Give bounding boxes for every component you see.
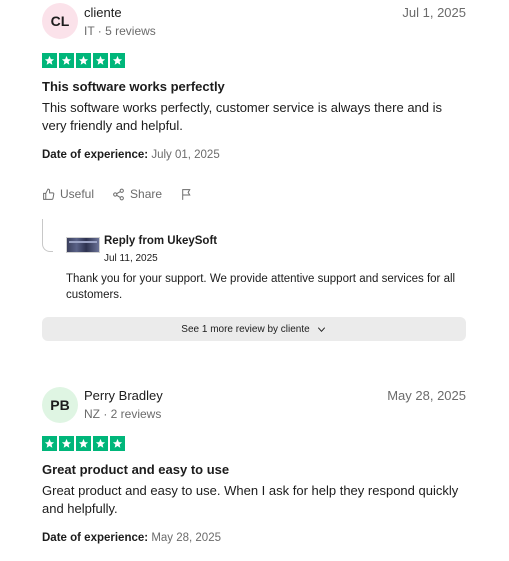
- review-date: May 28, 2025: [387, 388, 466, 403]
- star-icon: [93, 436, 108, 451]
- share-label: Share: [130, 187, 163, 201]
- reply-text: Thank you for your support. We provide a…: [66, 273, 456, 301]
- star-icon: [59, 436, 74, 451]
- share-button[interactable]: Share: [112, 187, 162, 201]
- company-logo: [66, 237, 100, 253]
- chevron-down-icon: [317, 326, 325, 332]
- star-icon: [76, 436, 91, 451]
- useful-label: Useful: [60, 187, 95, 201]
- star-icon: [93, 53, 108, 68]
- star-icon: [76, 53, 91, 68]
- flag-icon: [182, 188, 191, 200]
- star-icon: [42, 436, 57, 451]
- experience-date: May 28, 2025: [151, 532, 221, 544]
- share-icon: [113, 188, 124, 200]
- reviewer-name[interactable]: Perry Bradley: [84, 388, 163, 403]
- experience-label: Date of experience:: [42, 149, 149, 161]
- star-rating: [42, 436, 125, 451]
- useful-button[interactable]: Useful: [42, 187, 94, 201]
- reply-date: Jul 11, 2025: [104, 253, 158, 264]
- reviewer-avatar[interactable]: PB: [42, 387, 78, 423]
- star-icon: [59, 53, 74, 68]
- star-icon: [110, 436, 125, 451]
- reviewer-name[interactable]: cliente: [84, 5, 122, 20]
- review-body: This software works perfectly, customer …: [42, 100, 443, 133]
- reply-connector: [42, 219, 53, 252]
- see-more-reviews-button[interactable]: See 1 more review by cliente: [42, 317, 466, 341]
- report-button[interactable]: [180, 188, 193, 201]
- review-body: Great product and easy to use. When I as…: [42, 483, 459, 516]
- reviewer-meta: NZ · 2 reviews: [84, 407, 162, 421]
- star-icon: [110, 53, 125, 68]
- star-rating: [42, 53, 125, 68]
- review-date: Jul 1, 2025: [402, 5, 466, 20]
- review-actions: Useful Share: [42, 187, 193, 201]
- reviewer-meta: IT · 5 reviews: [84, 24, 156, 38]
- see-more-label: See 1 more review by cliente: [181, 323, 310, 335]
- reply-from: Reply from UkeySoft: [104, 235, 218, 247]
- review-title[interactable]: Great product and easy to use: [42, 462, 229, 477]
- experience-label: Date of experience:: [42, 532, 149, 544]
- date-of-experience: Date of experience: July 01, 2025: [42, 149, 220, 161]
- review-title[interactable]: This software works perfectly: [42, 79, 225, 94]
- experience-date: July 01, 2025: [151, 149, 220, 161]
- reviewer-avatar[interactable]: CL: [42, 3, 78, 39]
- thumbs-up-icon: [43, 188, 55, 200]
- date-of-experience: Date of experience: May 28, 2025: [42, 532, 221, 544]
- star-icon: [42, 53, 57, 68]
